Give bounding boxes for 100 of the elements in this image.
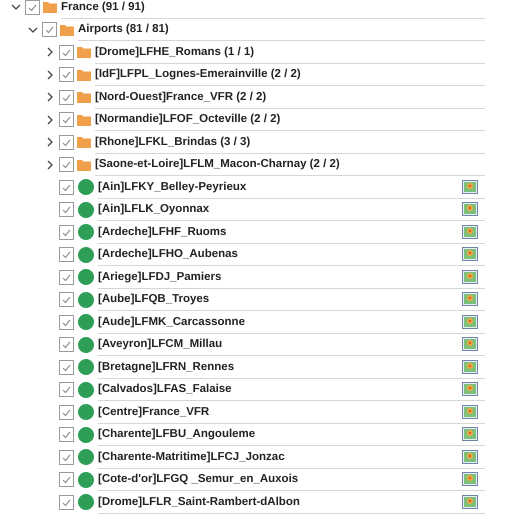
status-dot-icon [78, 336, 94, 353]
checkbox[interactable] [42, 22, 57, 38]
image-icon[interactable] [462, 472, 478, 486]
checkbox[interactable] [25, 0, 40, 15]
checkmark-icon [62, 272, 71, 282]
checkbox[interactable] [59, 494, 74, 510]
tree-item-label[interactable]: [IdF]LFPL_Lognes-Emerainville (2 / 2) [95, 68, 485, 80]
image-icon[interactable] [462, 360, 478, 374]
tree-item-label[interactable]: [Aveyron]LFCM_Millau [98, 338, 462, 350]
checkbox[interactable] [59, 90, 74, 105]
image-icon[interactable] [462, 427, 478, 442]
checkbox[interactable] [59, 427, 74, 442]
checkbox[interactable] [59, 270, 74, 285]
image-icon[interactable] [462, 450, 478, 464]
checkmark-icon [62, 115, 71, 124]
checkbox[interactable] [59, 134, 74, 150]
folder-icon [77, 46, 91, 58]
tree-item-label[interactable]: [Centre]France_VFR [98, 406, 462, 418]
checkbox[interactable] [59, 44, 74, 60]
checkmark-icon [62, 452, 71, 462]
tree-item-label[interactable]: [Cote-d'or]LFGQ _Semur_en_Auxois [98, 473, 462, 486]
checkmark-icon [62, 498, 71, 507]
status-dot-icon [78, 382, 94, 398]
folder-icon [77, 91, 91, 104]
folder-icon [77, 158, 91, 171]
status-dot-icon [78, 179, 94, 196]
image-icon[interactable] [462, 270, 478, 284]
tree-item-label[interactable]: [Ain]LFLK_Oyonnax [98, 203, 462, 216]
tree-item-label[interactable]: [Charente-Matritime]LFCJ_Jonzac [98, 450, 462, 463]
tree-item-label[interactable]: [Aude]LFMK_Carcassonne [98, 316, 462, 328]
tree-item-label[interactable]: [Ardeche]LFHF_Ruoms [98, 226, 462, 238]
status-dot-icon [78, 292, 94, 308]
tree-item-label[interactable]: [Ain]LFKY_Belley-Peyrieux [98, 180, 462, 193]
checkmark-icon [62, 318, 71, 327]
status-dot-icon [78, 449, 94, 466]
tree-item-label[interactable]: [Drome]LFHE_Romans (1 / 1) [95, 46, 485, 58]
checkbox[interactable] [59, 404, 74, 420]
checkbox[interactable] [59, 112, 74, 128]
tree-item-label[interactable]: [Nord-Ouest]France_VFR (2 / 2) [95, 90, 485, 103]
checkbox[interactable] [59, 180, 74, 195]
tree-item-label[interactable]: [Drome]LFLR_Saint-Rambert-dAlbon [98, 496, 462, 508]
checkmark-icon [62, 160, 71, 170]
status-dot-icon [78, 359, 94, 376]
folder-icon [77, 68, 91, 81]
tree-item-label[interactable]: [Ariege]LFDJ_Pamiers [98, 270, 462, 283]
checkbox[interactable] [59, 314, 74, 330]
status-dot-icon [78, 472, 94, 488]
folder-icon [77, 114, 91, 126]
image-icon[interactable] [462, 404, 478, 419]
tree-item-label[interactable]: [Saone-et-Loire]LFLM_Macon-Charnay (2 / 2) [95, 158, 485, 170]
checkmark-icon [62, 70, 71, 80]
image-icon[interactable] [462, 337, 478, 352]
checkbox[interactable] [59, 67, 74, 82]
checkmark-icon [62, 475, 71, 484]
checkmark-icon [62, 92, 71, 102]
checkbox[interactable] [59, 472, 74, 488]
tree-item-label[interactable]: [Charente]LFBU_Angouleme [98, 428, 462, 440]
tree-item-label[interactable]: [Aube]LFQB_Troyes [98, 293, 462, 306]
checkbox[interactable] [59, 450, 74, 465]
tree-item-label[interactable]: [Rhone]LFKL_Brindas (3 / 3) [95, 136, 485, 148]
checkbox[interactable] [59, 224, 74, 240]
tree-item-label[interactable]: Airports (81 / 81) [78, 23, 485, 36]
image-icon[interactable] [462, 180, 478, 194]
status-dot-icon [78, 494, 94, 510]
tree-item-label[interactable]: [Bretagne]LFRN_Rennes [98, 360, 462, 373]
status-dot-icon [78, 404, 94, 420]
image-icon[interactable] [462, 224, 478, 239]
checkmark-icon [62, 250, 71, 260]
image-icon[interactable] [462, 382, 478, 396]
checkmark-icon [62, 295, 71, 304]
checkbox[interactable] [59, 337, 74, 352]
checkmark-icon [62, 205, 71, 214]
checkbox[interactable] [59, 292, 74, 308]
checkbox[interactable] [59, 360, 74, 375]
checkmark-icon [62, 138, 71, 147]
tree-item-label[interactable]: [Ardeche]LFHO_Aubenas [98, 248, 462, 260]
checkmark-icon [62, 385, 71, 394]
checkbox[interactable] [59, 202, 74, 218]
status-dot-icon [78, 246, 94, 263]
folder-icon [60, 24, 74, 36]
tree-item-label[interactable]: France (91 / 91) [61, 0, 485, 13]
image-icon[interactable] [462, 202, 478, 216]
checkbox[interactable] [59, 382, 74, 398]
image-icon[interactable] [462, 292, 478, 306]
checkmark-icon [62, 362, 71, 372]
checkbox[interactable] [59, 157, 74, 172]
image-icon[interactable] [462, 494, 478, 509]
status-dot-icon [78, 224, 94, 240]
checkmark-icon [45, 25, 54, 34]
image-icon[interactable] [462, 247, 478, 262]
folder-icon [77, 136, 91, 148]
checkbox[interactable] [59, 247, 74, 262]
tree-item-label[interactable]: [Normandie]LFOF_Octeville (2 / 2) [95, 113, 485, 126]
status-dot-icon [78, 314, 94, 330]
image-icon[interactable] [462, 314, 478, 329]
status-dot-icon [78, 269, 94, 286]
folder-icon [43, 1, 57, 14]
tree-item-label[interactable]: [Calvados]LFAS_Falaise [98, 383, 462, 396]
checkmark-icon [62, 182, 71, 192]
checkmark-icon [28, 2, 37, 12]
